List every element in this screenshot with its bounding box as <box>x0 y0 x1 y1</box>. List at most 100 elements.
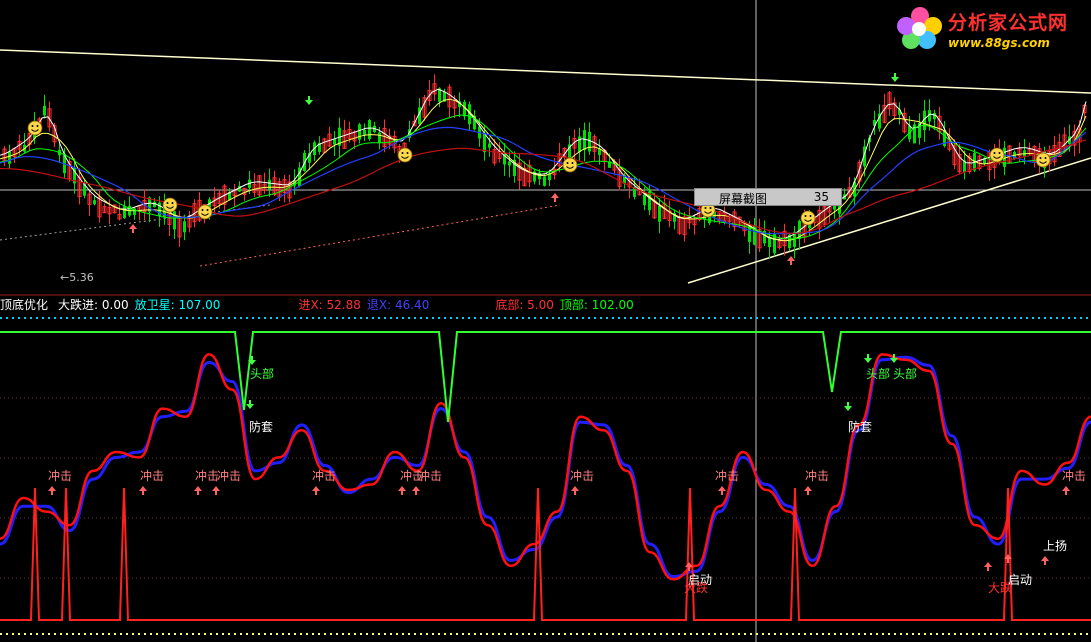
low-price-marker: ←5.36 <box>60 271 94 284</box>
label-dadie: 大跌 <box>988 580 1012 595</box>
smiley-icon <box>197 204 213 220</box>
smiley-eye <box>206 209 209 211</box>
info-item: 放卫星: 107.00 <box>134 298 221 312</box>
candle-body <box>768 237 771 248</box>
candle-body <box>368 119 371 140</box>
up-arrow-icon <box>129 224 137 233</box>
label-chongji: 冲击 <box>140 468 164 483</box>
info-item: 底部: 5.00 <box>495 298 554 312</box>
candle-body <box>93 200 96 205</box>
candle-body <box>598 148 601 156</box>
label-shangyang: 上扬 <box>1043 538 1067 553</box>
label-chongji: 冲击 <box>715 468 739 483</box>
label-chongji: 冲击 <box>1062 468 1086 483</box>
site-logo-url: www.88gs.com <box>948 36 1050 50</box>
candle-body <box>488 143 491 148</box>
up-arrow-icon <box>139 486 147 495</box>
candle-body <box>543 176 546 186</box>
info-item: 退X: 46.40 <box>366 298 430 312</box>
chart-canvas: 冲击 冲击 冲击 冲击 冲击 冲击 冲击 冲击 冲击冲击 冲击头部 头部 头部防套 防套启动大跌启动大跌… <box>0 0 1091 642</box>
smiley-eye <box>809 215 812 217</box>
candle-body <box>173 211 176 230</box>
series-line-jin <box>0 353 1091 581</box>
info-item: 大跌进: 0.00 <box>58 298 129 312</box>
smiley-eye <box>998 152 1001 154</box>
candle-body <box>658 205 661 222</box>
candle-body <box>578 136 581 152</box>
candle-body <box>153 201 156 208</box>
candle-body <box>483 132 486 153</box>
smiley-eye <box>566 162 569 164</box>
candle-body <box>508 161 511 166</box>
info-item: 顶部: 102.00 <box>559 298 634 312</box>
site-logo-title: 分析家公式网 <box>948 12 1069 34</box>
smiley-eye <box>166 202 169 204</box>
smiley-icon <box>989 147 1005 163</box>
screenshot-tooltip[interactable]: 屏幕截图 35 <box>694 188 842 206</box>
candle-body <box>588 131 591 152</box>
label-chongji: 冲击 <box>217 468 241 483</box>
candlesticks <box>2 74 1087 259</box>
smiley-eye <box>171 202 174 204</box>
tooltip-label: 屏幕截图 <box>719 192 768 206</box>
smiley-icon <box>800 210 816 226</box>
label-toubu: 头部 <box>893 366 917 381</box>
up-arrow-icon <box>312 486 320 495</box>
label-chongji: 冲击 <box>570 468 594 483</box>
smiley-eye <box>993 152 996 154</box>
smiley-icon <box>1035 152 1051 168</box>
up-arrow-icon <box>1062 486 1070 495</box>
down-arrow-icon <box>864 354 872 363</box>
candle-body <box>333 139 336 145</box>
up-arrow-icon <box>398 486 406 495</box>
up-arrow-icon <box>718 486 726 495</box>
up-arrow-icon <box>984 562 992 571</box>
candle-body <box>158 202 161 217</box>
ma-red <box>0 139 1087 234</box>
smiley-icon <box>27 120 43 136</box>
smiley-eye <box>201 209 204 211</box>
candle-body <box>643 194 646 206</box>
info-item: 顶底优化 <box>0 298 49 312</box>
up-arrow-icon <box>787 256 795 265</box>
candle-body <box>933 112 936 120</box>
candle-body <box>183 221 186 233</box>
flower-logo-icon <box>897 7 942 49</box>
smiley-eye <box>1039 157 1042 159</box>
smiley-eye <box>401 152 404 154</box>
smiley-eye <box>571 162 574 164</box>
bottom-signal-line <box>0 487 1091 621</box>
candle-body <box>8 151 11 164</box>
tooltip-value: 35 <box>813 190 829 204</box>
label-chongji: 冲击 <box>312 468 336 483</box>
label-fangtao: 防套 <box>249 419 273 434</box>
indicator-info-bar: 顶底优化 大跌进: 0.00 放卫星: 107.00 进X: 52.88 退X:… <box>0 296 634 312</box>
up-arrow-icon <box>804 486 812 495</box>
label-fangtao: 防套 <box>848 419 872 434</box>
support-trendline <box>687 157 1091 284</box>
candle-body <box>268 179 271 190</box>
up-arrow-icon <box>412 486 420 495</box>
up-arrow-icon <box>48 486 56 495</box>
label-chongji: 冲击 <box>195 468 219 483</box>
smiley-eye <box>1044 157 1047 159</box>
smiley-icon <box>162 197 178 213</box>
series-line-tui <box>0 355 1091 579</box>
up-arrow-icon <box>212 486 220 495</box>
info-item: 进X: 52.88 <box>298 298 361 312</box>
smiley-eye <box>406 152 409 154</box>
label-chongji: 冲击 <box>418 468 442 483</box>
up-arrow-icon <box>551 193 559 202</box>
candle-body <box>363 129 366 135</box>
smiley-eye <box>36 125 39 127</box>
candle-body <box>43 105 46 116</box>
candle-body <box>748 226 751 243</box>
smiley-eye <box>704 207 707 209</box>
label-chongji: 冲击 <box>48 468 72 483</box>
smiley-eye <box>709 207 712 209</box>
down-arrow-icon <box>246 400 254 409</box>
down-arrow-icon <box>305 96 313 105</box>
up-arrow-icon <box>194 486 202 495</box>
candle-body <box>378 132 381 144</box>
smiley-icon <box>397 147 413 163</box>
